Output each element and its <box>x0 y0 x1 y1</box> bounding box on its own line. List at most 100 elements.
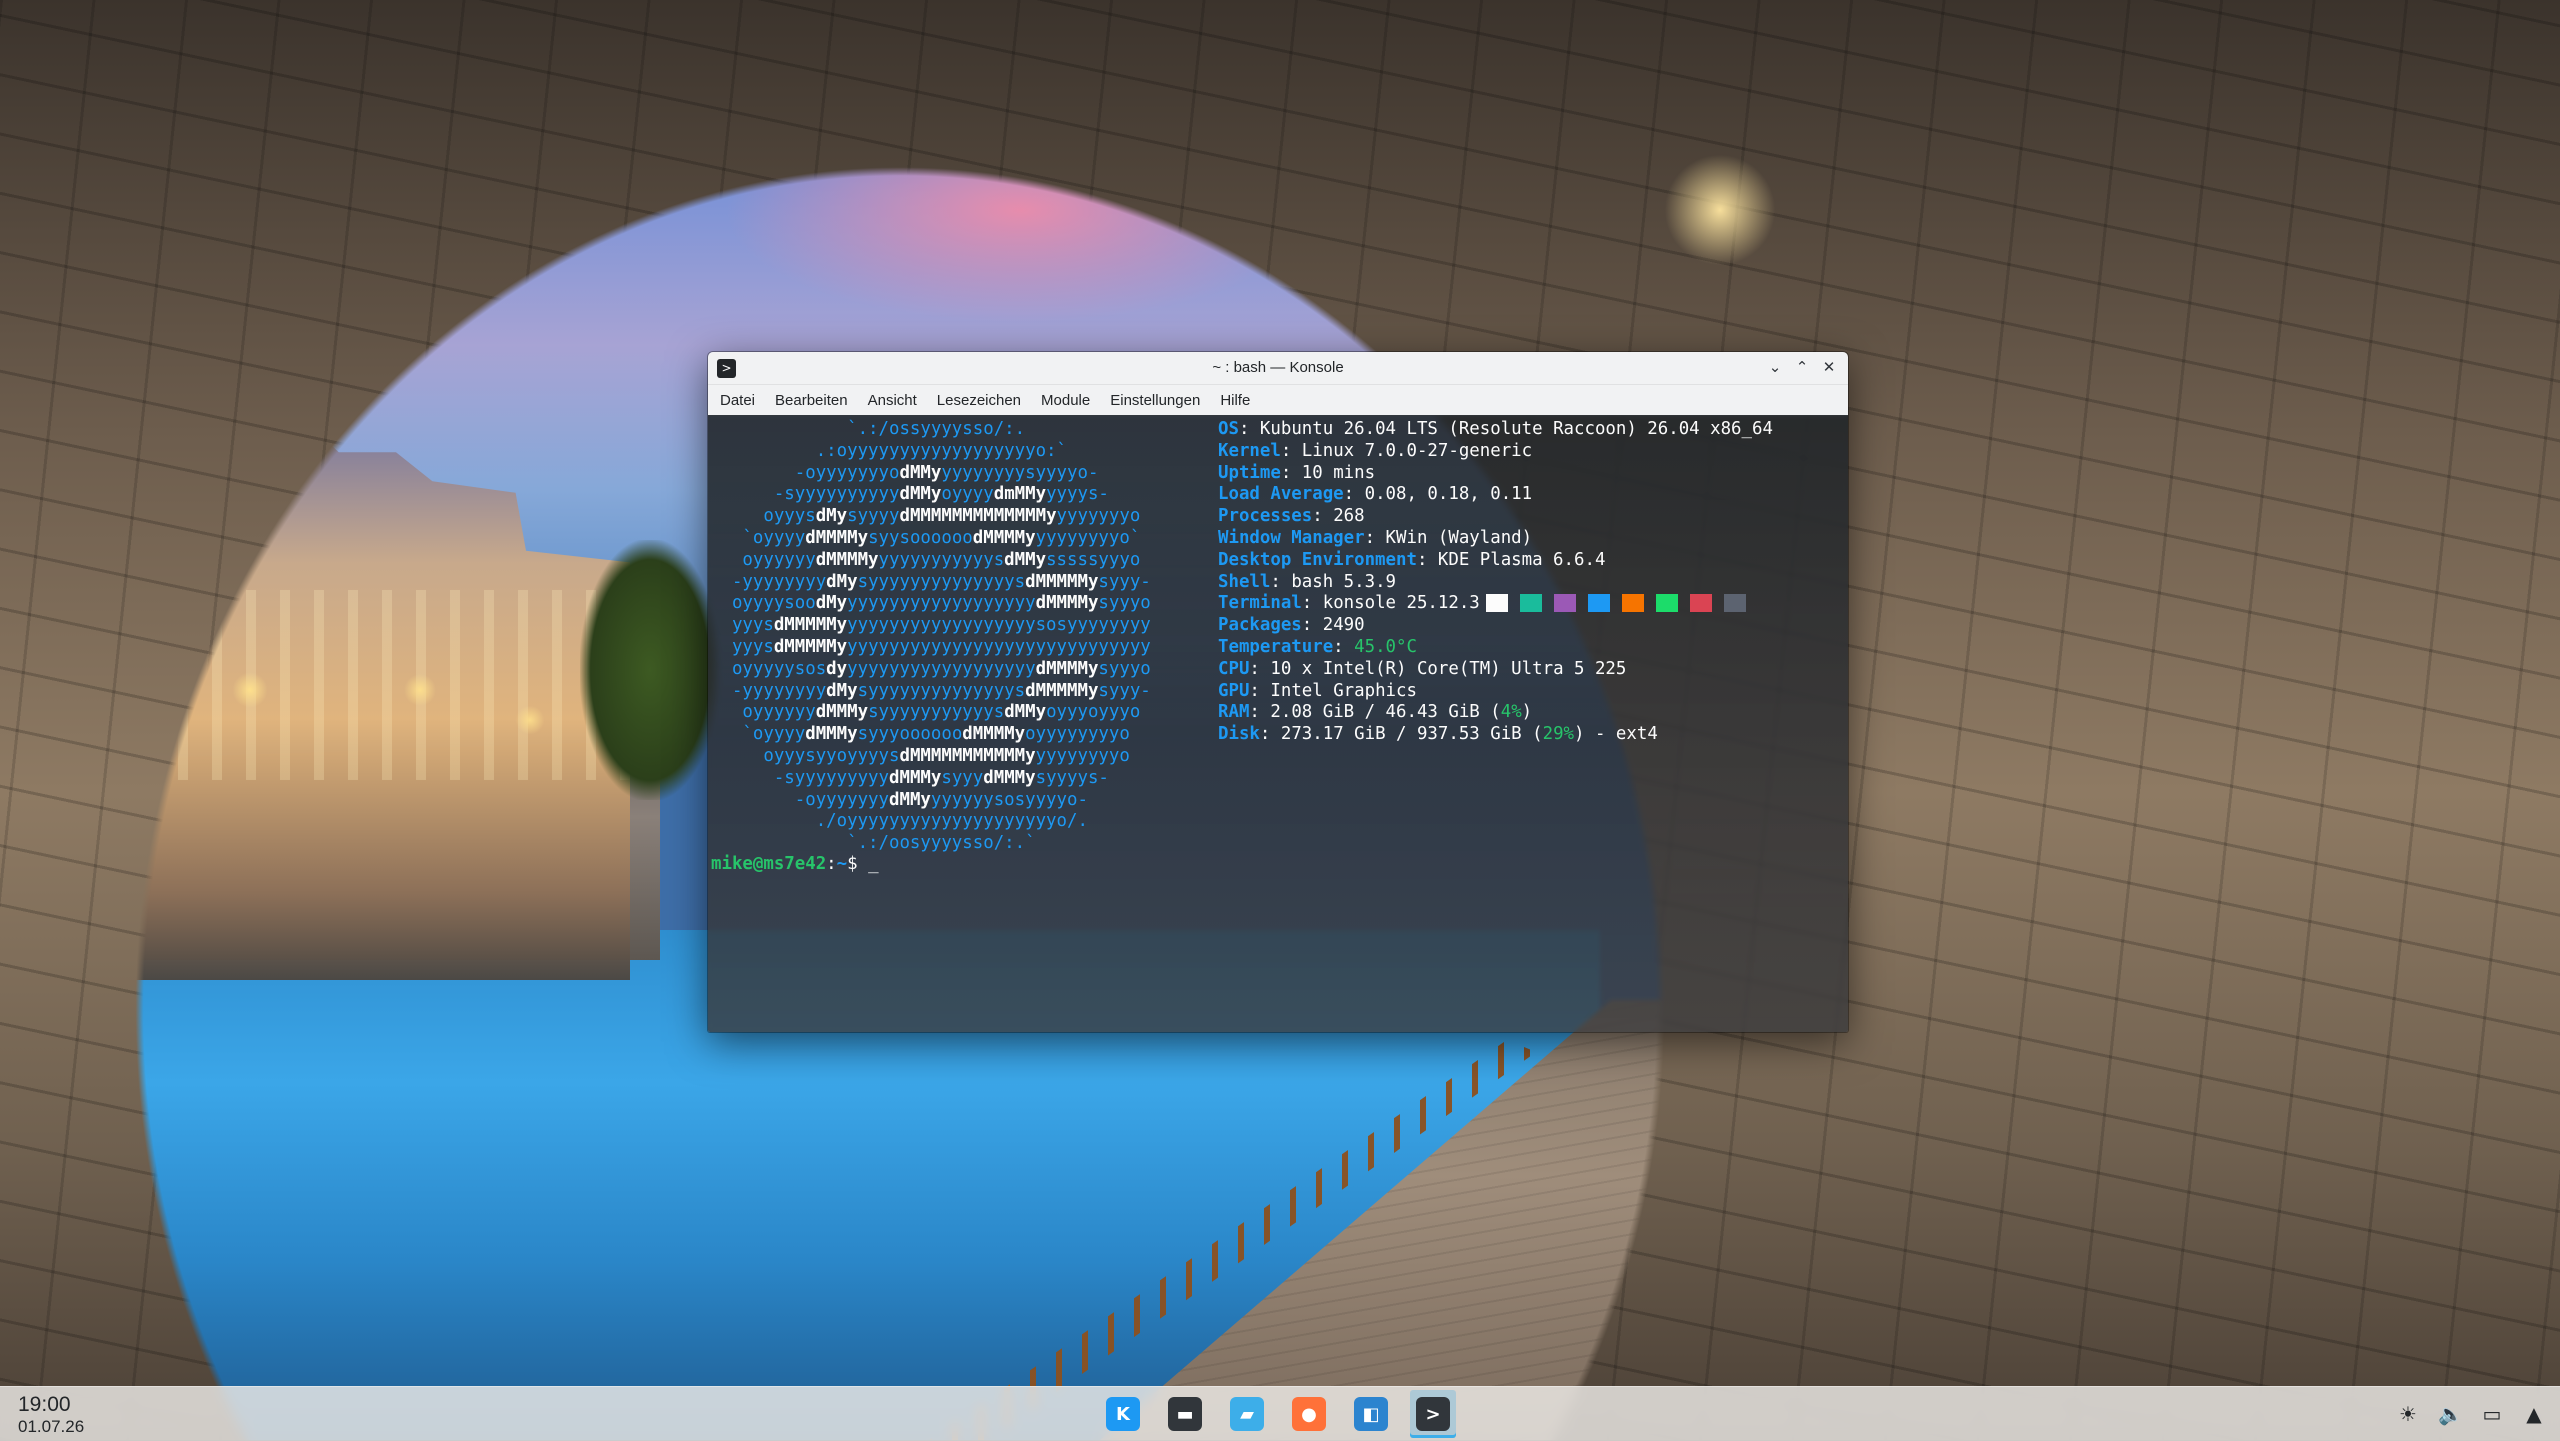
ascii-logo-segment: dMy <box>826 571 858 592</box>
info-line: RAM: 2.08 GiB / 46.43 GiB (4%) <box>1218 702 1773 724</box>
ascii-logo-line: ./oyyyyyyyyyyyyyyyyyyyyo/. <box>711 811 1151 833</box>
ascii-logo-line: -yyyyyyyydMysyyyyyyyyyyyyyysdMMMMMysyyy- <box>711 572 1151 594</box>
info-value: 10 mins <box>1301 462 1376 483</box>
info-key: Terminal <box>1218 593 1302 614</box>
ascii-logo-segment: syyyo <box>1098 658 1151 679</box>
terminal-view[interactable]: `.:/ossyyyysso/:. .:oyyyyyyyyyyyyyyyyyyo… <box>708 415 1848 1032</box>
ascii-logo-segment: syyyyyyyyyyyyyys <box>857 571 1026 592</box>
prompt-separator: : <box>826 854 837 874</box>
ascii-logo-line: oyyysdMysyyyydMMMMMMMMMMMMMyyyyyyyyo <box>711 506 1151 528</box>
display-icon[interactable]: ▭ <box>2480 1402 2504 1426</box>
ascii-logo-segment: dMMMMMMMMMMMy <box>899 745 1036 766</box>
info-colon: : <box>1364 527 1386 548</box>
info-key: Uptime <box>1218 462 1281 483</box>
system-tray: ☀ 🔈 ▭ ▲ <box>2396 1387 2546 1441</box>
wallpaper-lamp-glow <box>1660 150 1780 270</box>
info-key: GPU <box>1218 680 1250 701</box>
menu-lesezeichen[interactable]: Lesezeichen <box>937 389 1021 412</box>
ascii-logo-segment: dMMMMy <box>815 549 879 570</box>
ascii-logo-segment: -yyyyyyyy <box>711 680 827 701</box>
taskbar-discover-store-button[interactable]: ◧ <box>1348 1390 1394 1438</box>
ascii-logo-segment: dMMMMy <box>972 527 1036 548</box>
color-swatch <box>1587 594 1610 613</box>
info-value: bash 5.3.9 <box>1291 571 1397 592</box>
info-line: CPU: 10 x Intel(R) Core(TM) Ultra 5 225 <box>1218 659 1773 681</box>
menu-einstellungen[interactable]: Einstellungen <box>1110 389 1200 412</box>
ascii-logo-line: oyyyyyydMMMysyyyyyyyyyyysdMMyoyyyoyyyo <box>711 702 1151 724</box>
info-line: Load Average: 0.08, 0.18, 0.11 <box>1218 484 1773 506</box>
ascii-logo-segment: -oyyyyyyy <box>711 789 889 810</box>
prompt-symbol: $ <box>847 854 869 874</box>
minimize-button[interactable]: ⌄ <box>1764 356 1786 378</box>
info-suffix: ) <box>1521 702 1533 723</box>
ascii-logo-segment: dMMMy <box>889 767 942 788</box>
ascii-logo-segment: -syyyyyyyyyy <box>711 484 900 505</box>
konsole-window[interactable]: > ~ : bash — Konsole ⌄ ⌃ ✕ Datei Bearbei… <box>708 352 1848 1032</box>
taskbar-kde-launcher-button[interactable]: K <box>1100 1390 1146 1438</box>
ascii-logo-segment: dMMy <box>1004 702 1047 723</box>
ascii-logo-segment: syyy <box>941 767 984 788</box>
volume-icon[interactable]: 🔈 <box>2438 1402 2463 1426</box>
ascii-logo-segment: oyyyysoo <box>711 593 816 614</box>
ascii-logo-segment: syyyo <box>1098 593 1151 614</box>
ascii-logo-segment: yyyyyyyyyyyyyyyyyy <box>847 658 1036 679</box>
info-suffix: ) - ext4 <box>1574 724 1658 745</box>
ascii-logo-segment: dMMMy <box>983 767 1036 788</box>
menu-hilfe[interactable]: Hilfe <box>1220 389 1250 412</box>
ascii-logo-segment: syyyys- <box>1035 767 1109 788</box>
digital-clock[interactable]: 19:00 01.07.26 <box>18 1393 84 1437</box>
brightness-icon[interactable]: ☀ <box>2396 1402 2420 1426</box>
info-value: 2.08 GiB / 46.43 GiB ( <box>1270 702 1501 723</box>
info-line: Kernel: Linux 7.0.0-27-generic <box>1218 441 1773 463</box>
info-key: Processes <box>1218 506 1313 527</box>
info-colon: : <box>1259 724 1281 745</box>
tray-expand-icon[interactable]: ▲ <box>2522 1402 2546 1426</box>
ascii-logo-line: yyysdMMMMMyyyyyyyyyyyyyyyyyyyyyyyyyyyyyy <box>711 637 1151 659</box>
ascii-logo-segment: syyy- <box>1098 680 1151 701</box>
menu-module[interactable]: Module <box>1041 389 1090 412</box>
system-info-list: OS: Kubuntu 26.04 LTS (Resolute Raccoon)… <box>1218 419 1773 746</box>
taskbar-panel: 19:00 01.07.26 K ▬ ▰ ● ◧ > ☀ 🔈 ▭ ▲ <box>0 1386 2560 1441</box>
ascii-logo-segment: yyyyyyyyyyyyyyyyyyyyyyyyyyyyy <box>847 636 1151 657</box>
ascii-logo-segment: oyyyyyy <box>711 702 816 723</box>
taskbar-konsole-button[interactable]: > <box>1410 1390 1456 1438</box>
color-swatch <box>1519 594 1542 613</box>
ascii-logo-segment: oyyyyyy <box>711 549 816 570</box>
info-value: KDE Plasma 6.6.4 <box>1437 549 1606 570</box>
maximize-button[interactable]: ⌃ <box>1791 356 1813 378</box>
ascii-logo-line: -syyyyyyyyydMMMysyyydMMMysyyyys- <box>711 768 1151 790</box>
prompt-path: ~ <box>836 854 848 874</box>
info-colon: : <box>1312 506 1334 527</box>
shell-prompt[interactable]: mike@ms7e42:~$ _ <box>711 854 879 876</box>
system-settings-icon: ▬ <box>1168 1397 1202 1431</box>
konsole-icon: > <box>1416 1397 1450 1431</box>
info-colon: : <box>1333 636 1355 657</box>
color-swatch <box>1723 594 1746 613</box>
menu-datei[interactable]: Datei <box>720 389 755 412</box>
info-line: Disk: 273.17 GiB / 937.53 GiB (29%) - ex… <box>1218 724 1773 746</box>
color-palette-swatches <box>1485 594 1746 613</box>
info-value: 273.17 GiB / 937.53 GiB ( <box>1280 724 1543 745</box>
window-titlebar[interactable]: > ~ : bash — Konsole ⌄ ⌃ ✕ <box>708 352 1848 385</box>
info-value: Kubuntu 26.04 LTS (Resolute Raccoon) 26.… <box>1259 419 1773 439</box>
close-button[interactable]: ✕ <box>1818 356 1840 378</box>
distro-ascii-logo: `.:/ossyyyysso/:. .:oyyyyyyyyyyyyyyyyyyo… <box>711 419 1151 855</box>
info-key: Disk <box>1218 724 1260 745</box>
info-key: Load Average <box>1218 484 1344 505</box>
menu-bearbeiten[interactable]: Bearbeiten <box>775 389 848 412</box>
info-colon: : <box>1249 680 1271 701</box>
info-line: Window Manager: KWin (Wayland) <box>1218 528 1773 550</box>
ascii-logo-segment: yyys <box>711 636 774 657</box>
taskbar-system-settings-button[interactable]: ▬ <box>1162 1390 1208 1438</box>
ascii-logo-segment: dMMy <box>889 789 931 810</box>
info-colon: : <box>1301 615 1323 636</box>
taskbar-firefox-button[interactable]: ● <box>1286 1390 1332 1438</box>
menu-ansicht[interactable]: Ansicht <box>868 389 917 412</box>
ascii-logo-segment: oyyyoyyyo <box>1046 702 1141 723</box>
ascii-logo-line: oyyyyysosdyyyyyyyyyyyyyyyyyyydMMMMysyyyo <box>711 659 1151 681</box>
taskbar-dolphin-file-manager-button[interactable]: ▰ <box>1224 1390 1270 1438</box>
ascii-logo-segment: dMMy <box>899 484 942 505</box>
kde-launcher-icon: K <box>1106 1397 1140 1431</box>
ascii-logo-segment: ./oyyyyyyyyyyyyyyyyyyyyo/. <box>711 811 1088 832</box>
ascii-logo-line: -oyyyyyyyodMMyyyyyyyyysyyyyo- <box>711 463 1151 485</box>
